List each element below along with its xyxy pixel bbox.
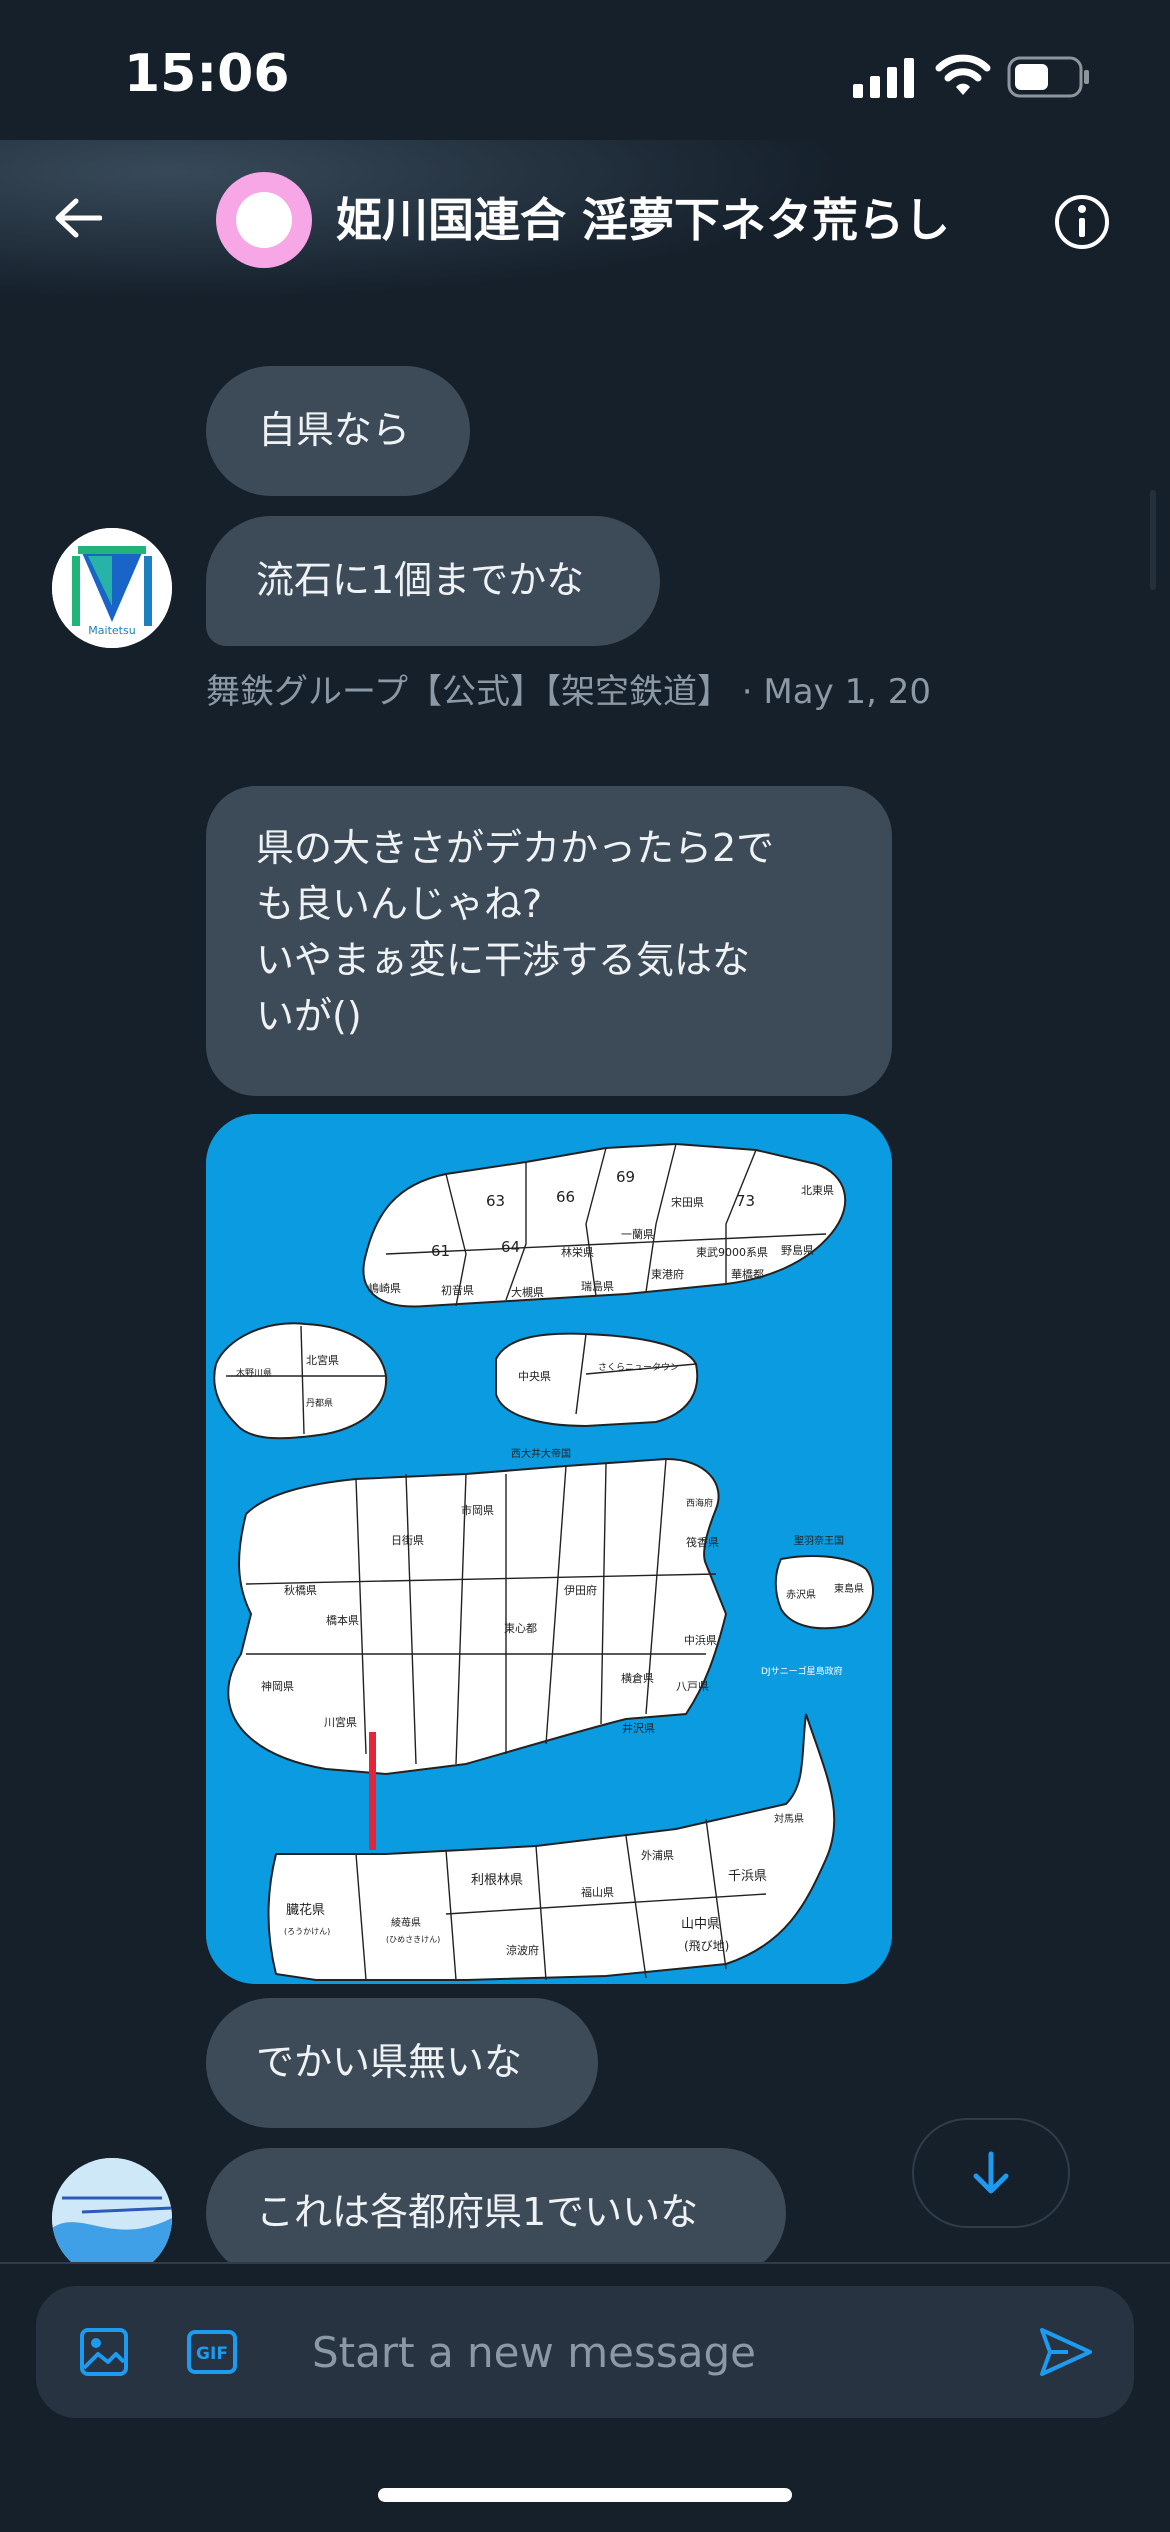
svg-text:東島県: 東島県: [834, 1582, 864, 1595]
svg-text:伊田府: 伊田府: [564, 1583, 597, 1597]
svg-text:八戸県: 八戸県: [676, 1680, 709, 1693]
svg-text:外浦県: 外浦県: [641, 1849, 674, 1862]
sender-name[interactable]: 舞鉄グループ【公式】【架空鉄道】: [206, 672, 731, 712]
message-bubble[interactable]: これは各都府県1でいいな: [206, 2148, 786, 2278]
svg-text:一蘭県: 一蘭県: [621, 1228, 654, 1241]
message-meta: 舞鉄グループ【公式】【架空鉄道】 · May 1, 20: [206, 672, 932, 712]
map-image[interactable]: 63 66 69 73 61 64 北東県 宋田県 一蘭県 林栄県 東武9000…: [206, 1114, 892, 1984]
svg-text:赤沢県: 赤沢県: [786, 1588, 816, 1601]
svg-text:63: 63: [486, 1192, 505, 1210]
svg-text:林栄県: 林栄県: [561, 1245, 594, 1259]
svg-text:さくらニュータウン: さくらニュータウン: [598, 1362, 679, 1373]
svg-text:66: 66: [556, 1188, 575, 1206]
status-time: 15:06: [124, 44, 290, 104]
message-bubble[interactable]: でかい県無いな: [206, 1998, 598, 2128]
svg-text:64: 64: [501, 1238, 520, 1256]
svg-text:橋本県: 橋本県: [326, 1613, 359, 1627]
home-indicator[interactable]: [378, 2488, 792, 2502]
message-date: May 1, 20: [763, 672, 932, 712]
svg-text:川宮県: 川宮県: [324, 1715, 357, 1729]
svg-text:福山県: 福山県: [581, 1885, 614, 1899]
svg-text:北東県: 北東県: [801, 1184, 834, 1197]
svg-text:瑞島県: 瑞島県: [581, 1279, 614, 1293]
arrow-down-icon: [973, 2151, 1009, 2194]
back-arrow-icon: [55, 198, 102, 238]
svg-text:神岡県: 神岡県: [261, 1679, 294, 1693]
message-bubble[interactable]: 県の大きさがデカかったら2で も良いんじゃね? いやまぁ変に干渉する気はな いが…: [206, 786, 892, 1096]
svg-text:東港府: 東港府: [651, 1267, 684, 1281]
svg-text:秋橋県: 秋橋県: [284, 1583, 317, 1597]
svg-text:大槻県: 大槻県: [511, 1285, 544, 1299]
svg-text:横倉県: 横倉県: [621, 1671, 654, 1685]
svg-text:涼波府: 涼波府: [506, 1943, 539, 1957]
message-composer: GIF: [36, 2286, 1134, 2418]
svg-text:嶋崎県: 嶋崎県: [368, 1281, 401, 1295]
message-bubble[interactable]: 流石に1個までかな: [206, 516, 660, 646]
battery-icon: [1007, 56, 1089, 98]
svg-text:宋田県: 宋田県: [671, 1195, 704, 1209]
svg-text:市岡県: 市岡県: [461, 1503, 494, 1517]
sender-avatar[interactable]: [52, 2158, 172, 2278]
svg-text:聖羽奈王国: 聖羽奈王国: [794, 1534, 844, 1547]
svg-text:千浜県: 千浜県: [728, 1869, 767, 1884]
svg-text:中浜県: 中浜県: [684, 1634, 717, 1647]
svg-text:Maitetsu: Maitetsu: [88, 624, 135, 637]
svg-text:初音県: 初音県: [441, 1283, 474, 1297]
wifi-icon: [935, 54, 991, 95]
info-icon[interactable]: [1052, 192, 1112, 252]
svg-text:GIF: GIF: [196, 2344, 228, 2364]
status-bar: 15:06: [0, 0, 1170, 140]
svg-text:華橋都: 華橋都: [731, 1267, 764, 1281]
svg-text:野島県: 野島県: [781, 1243, 814, 1257]
svg-text:利根林県: 利根林県: [471, 1873, 523, 1888]
svg-text:(ひめさきけん): (ひめさきけん): [386, 1935, 440, 1944]
svg-text:(飛び地): (飛び地): [684, 1939, 729, 1953]
message-input[interactable]: [312, 2322, 1012, 2382]
svg-text:中央県: 中央県: [518, 1370, 551, 1383]
svg-text:69: 69: [616, 1168, 635, 1186]
svg-text:山中県: 山中県: [681, 1917, 720, 1932]
svg-text:井沢県: 井沢県: [622, 1721, 655, 1735]
svg-text:日街県: 日街県: [391, 1533, 424, 1547]
image-icon[interactable]: [78, 2326, 130, 2378]
conversation-title[interactable]: 姫川国連合 淫夢下ネタ荒らし: [336, 184, 950, 250]
svg-text:臓花県: 臓花県: [286, 1902, 325, 1918]
sender-avatar[interactable]: Maitetsu: [52, 528, 172, 648]
svg-text:61: 61: [431, 1242, 450, 1260]
svg-text:西海府: 西海府: [686, 1497, 713, 1509]
conversation-header: 姫川国連合 淫夢下ネタ荒らし: [0, 140, 1170, 300]
svg-text:(ろうかけん): (ろうかけん): [284, 1927, 330, 1936]
svg-text:対馬県: 対馬県: [774, 1812, 804, 1825]
scroll-indicator[interactable]: [1150, 490, 1156, 590]
svg-text:西大井大帝国: 西大井大帝国: [511, 1447, 571, 1460]
send-icon[interactable]: [1038, 2326, 1094, 2378]
svg-text:DJサニーゴ星島政府: DJサニーゴ星島政府: [761, 1665, 843, 1677]
svg-text:73: 73: [736, 1192, 755, 1210]
scroll-to-bottom-button[interactable]: [912, 2118, 1070, 2228]
svg-text:丹都県: 丹都県: [306, 1398, 333, 1409]
svg-text:綾苺県: 綾苺県: [391, 1916, 421, 1929]
gif-icon[interactable]: GIF: [186, 2326, 238, 2378]
svg-text:東武9000系県: 東武9000系県: [696, 1246, 768, 1259]
cellular-signal-icon: [853, 58, 914, 98]
svg-text:筏香県: 筏香県: [686, 1535, 719, 1549]
group-avatar[interactable]: [216, 172, 312, 268]
back-button[interactable]: [42, 182, 114, 254]
svg-text:木野川県: 木野川県: [236, 1367, 272, 1379]
message-bubble[interactable]: 自県なら: [206, 366, 470, 496]
svg-text:北宮県: 北宮県: [306, 1353, 339, 1367]
svg-text:東心都: 東心都: [504, 1622, 537, 1635]
